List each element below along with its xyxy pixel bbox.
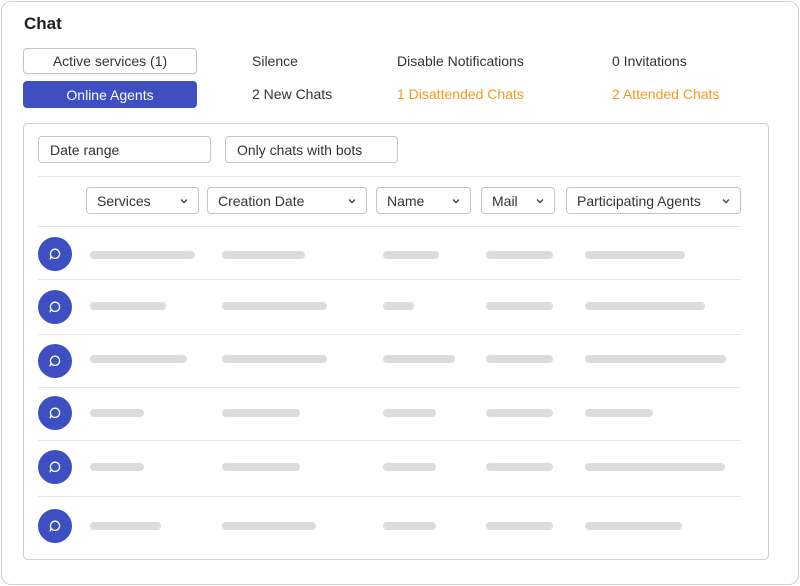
silence-link[interactable]: Silence	[252, 53, 298, 69]
row-divider	[38, 496, 741, 497]
chat-bubble-icon	[49, 301, 61, 313]
skeleton-cell	[486, 355, 553, 363]
skeleton-cell	[90, 522, 161, 530]
skeleton-cell	[90, 302, 166, 310]
column-name-label: Name	[387, 192, 425, 209]
skeleton-cell	[222, 355, 327, 363]
row-divider	[38, 334, 741, 335]
column-creation-date-dropdown[interactable]: Creation Date	[207, 187, 367, 214]
chevron-down-icon	[536, 198, 544, 203]
skeleton-cell	[90, 355, 187, 363]
chat-row-icon[interactable]	[38, 450, 72, 484]
only-bots-label: Only chats with bots	[237, 141, 363, 158]
skeleton-cell	[90, 409, 144, 417]
skeleton-cell	[585, 355, 726, 363]
row-divider	[38, 279, 741, 280]
skeleton-cell	[383, 522, 436, 530]
skeleton-cell	[486, 302, 553, 310]
attended-chats-link[interactable]: 2 Attended Chats	[612, 86, 719, 102]
date-range-label: Date range	[50, 141, 120, 158]
chevron-down-icon	[452, 198, 460, 203]
chat-row-icon[interactable]	[38, 344, 72, 378]
row-divider	[38, 387, 741, 388]
chat-row-icon[interactable]	[38, 509, 72, 543]
chevron-down-icon	[180, 198, 188, 203]
filter-divider	[38, 176, 741, 177]
column-name-dropdown[interactable]: Name	[376, 187, 471, 214]
active-services-button[interactable]: Active services (1)	[23, 48, 197, 74]
skeleton-cell	[383, 355, 455, 363]
chat-bubble-icon	[49, 520, 61, 532]
skeleton-cell	[383, 251, 439, 259]
chevron-down-icon	[722, 198, 730, 203]
skeleton-cell	[585, 251, 685, 259]
column-services-dropdown[interactable]: Services	[86, 187, 199, 214]
skeleton-cell	[90, 251, 195, 259]
skeleton-cell	[383, 302, 414, 310]
skeleton-cell	[486, 251, 553, 259]
disattended-chats-link[interactable]: 1 Disattended Chats	[397, 86, 524, 102]
chat-row-icon[interactable]	[38, 396, 72, 430]
chat-bubble-icon	[49, 407, 61, 419]
skeleton-cell	[383, 463, 436, 471]
column-creation-date-label: Creation Date	[218, 192, 305, 209]
skeleton-cell	[486, 409, 553, 417]
column-mail-label: Mail	[492, 192, 518, 209]
invitations-link[interactable]: 0 Invitations	[612, 53, 687, 69]
chat-row-icon[interactable]	[38, 237, 72, 271]
skeleton-cell	[486, 463, 553, 471]
skeleton-cell	[222, 302, 327, 310]
skeleton-cell	[383, 409, 436, 417]
chevron-down-icon	[348, 198, 356, 203]
chat-bubble-icon	[49, 355, 61, 367]
column-agents-dropdown[interactable]: Participating Agents	[566, 187, 741, 214]
column-mail-dropdown[interactable]: Mail	[481, 187, 555, 214]
date-range-filter[interactable]: Date range	[38, 136, 211, 163]
skeleton-cell	[222, 251, 305, 259]
header-divider	[38, 226, 741, 227]
skeleton-cell	[90, 463, 144, 471]
chat-bubble-icon	[49, 248, 61, 260]
new-chats-link[interactable]: 2 New Chats	[252, 86, 332, 102]
chat-bubble-icon	[49, 461, 61, 473]
skeleton-cell	[585, 522, 682, 530]
skeleton-cell	[585, 463, 725, 471]
skeleton-cell	[585, 409, 653, 417]
page-title: Chat	[24, 14, 62, 33]
column-services-label: Services	[97, 192, 151, 209]
chat-row-icon[interactable]	[38, 290, 72, 324]
skeleton-cell	[222, 522, 316, 530]
column-agents-label: Participating Agents	[577, 192, 701, 209]
only-bots-filter[interactable]: Only chats with bots	[225, 136, 398, 163]
skeleton-cell	[222, 463, 300, 471]
skeleton-cell	[486, 522, 553, 530]
skeleton-cell	[222, 409, 300, 417]
online-agents-button[interactable]: Online Agents	[23, 81, 197, 108]
disable-notifications-link[interactable]: Disable Notifications	[397, 53, 524, 69]
row-divider	[38, 440, 741, 441]
skeleton-cell	[585, 302, 705, 310]
